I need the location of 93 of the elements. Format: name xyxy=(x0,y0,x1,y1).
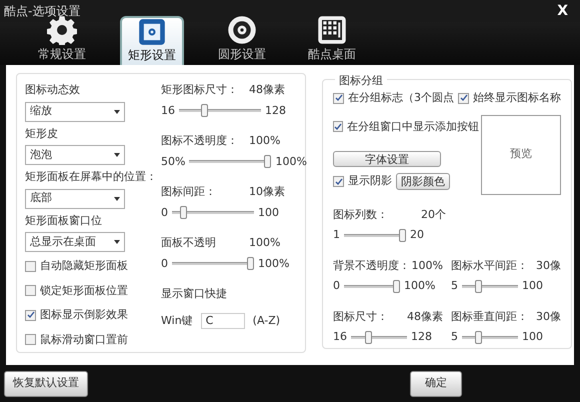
slider-min: 50% xyxy=(161,154,186,170)
checkbox[interactable] xyxy=(25,260,36,272)
slider-max: 128 xyxy=(411,329,432,345)
ok-button[interactable]: 确定 xyxy=(410,370,462,396)
slider-reading: 30像 xyxy=(536,258,561,274)
slider-max: 100% xyxy=(258,256,290,272)
slider-reading: 30像 xyxy=(536,308,561,324)
checkbox-label: 显示阴影 xyxy=(348,173,392,190)
dropdown[interactable]: 缩放 xyxy=(25,102,125,122)
caret-icon xyxy=(114,110,120,114)
slider-reading: 100% xyxy=(412,258,443,274)
window-title: 酷点-选项设置 xyxy=(4,3,80,20)
slider-min: 16 xyxy=(333,329,347,345)
slider-max: 100 xyxy=(522,278,543,294)
checkbox[interactable] xyxy=(458,92,469,104)
checkbox-label: 始终显示图标名称 xyxy=(473,90,561,106)
dropdown-label: 矩形皮 xyxy=(25,126,59,142)
slider-thumb[interactable] xyxy=(200,104,208,118)
slider-max: 100 xyxy=(522,329,543,345)
font-settings-button[interactable]: 字体设置 xyxy=(333,151,441,167)
checkbox[interactable] xyxy=(333,121,343,132)
slider-reading: 48像素 xyxy=(249,82,285,98)
dropdown[interactable]: 总显示在桌面 xyxy=(25,232,125,252)
slider-thumb[interactable] xyxy=(474,280,482,293)
dropdown[interactable]: 泡泡 xyxy=(25,145,125,165)
slider-thumb[interactable] xyxy=(399,228,406,242)
slider-max: 128 xyxy=(265,102,286,118)
slider-reading: 10像素 xyxy=(249,184,285,200)
slider-label: 面板不透明 xyxy=(161,235,217,251)
slider-reading: 100% xyxy=(249,133,280,149)
hotkey-label: Win键 xyxy=(161,312,193,328)
slider-thumb[interactable] xyxy=(393,280,400,293)
checkbox-label: 图标显示倒影效果 xyxy=(40,307,128,323)
slider-thumb[interactable] xyxy=(474,330,482,344)
slider-min: 5 xyxy=(451,329,458,345)
hotkey-title: 显示窗口快捷 xyxy=(161,286,228,302)
checkbox-label: 在分组窗口中显示添加按钮 xyxy=(347,118,479,134)
slider-label: 背景不透明度： xyxy=(333,258,411,274)
checkbox[interactable] xyxy=(333,176,344,187)
dropdown-label: 图标动态效 xyxy=(25,82,81,98)
slider-thumb[interactable] xyxy=(365,330,372,344)
checkbox-label: 鼠标滑动窗口置前 xyxy=(40,332,128,348)
checkbox-label: 自动隐藏矩形面板 xyxy=(40,258,128,274)
slider-label: 图标间距： xyxy=(161,184,217,200)
slider-label: 矩形图标尺寸： xyxy=(161,82,239,98)
checkbox[interactable] xyxy=(25,285,36,296)
slider-min: 0 xyxy=(333,278,340,294)
slider-label: 图标尺寸： xyxy=(333,308,389,324)
dropdown-label: 矩形面板窗口位 xyxy=(25,212,103,228)
slider-thumb[interactable] xyxy=(180,206,186,220)
check-icon xyxy=(334,94,342,102)
check-icon xyxy=(334,178,342,186)
slider-thumb[interactable] xyxy=(247,257,254,270)
slider-min: 1 xyxy=(333,227,340,243)
check-icon xyxy=(460,94,468,102)
caret-icon xyxy=(114,240,120,244)
slider-label: 图标列数： xyxy=(333,206,389,222)
check-icon xyxy=(26,311,34,320)
slider-max: 20 xyxy=(410,227,424,243)
dropdown[interactable]: 底部 xyxy=(25,188,125,208)
checkbox-label: 锁定矩形面板位置 xyxy=(40,282,128,298)
checkbox[interactable] xyxy=(333,92,344,104)
slider-label: 图标垂直间距： xyxy=(451,308,529,324)
slider-max: 100% xyxy=(275,154,307,170)
caret-icon xyxy=(114,153,120,157)
checkbox-label: 在分组标志（3个圆点 xyxy=(348,90,454,106)
slider-min: 0 xyxy=(161,256,168,272)
slider-reading: 48像素 xyxy=(407,308,443,324)
slider-reading: 20个 xyxy=(421,206,446,222)
tab[interactable]: 圆形设置 xyxy=(210,15,274,65)
close-button[interactable]: X xyxy=(549,0,576,22)
slider-min: 0 xyxy=(161,204,168,220)
slider-reading: 100% xyxy=(249,235,280,251)
checkbox[interactable] xyxy=(25,310,36,321)
slider-max: 100 xyxy=(258,204,279,220)
slider-label: 图标不透明度： xyxy=(161,133,239,149)
slider-min: 5 xyxy=(451,278,458,294)
reset-button[interactable]: 恢复默认设置 xyxy=(4,370,88,396)
checkbox[interactable] xyxy=(25,334,36,346)
slider-thumb[interactable] xyxy=(264,155,272,168)
hotkey-field[interactable]: C xyxy=(200,312,245,329)
caret-icon xyxy=(114,196,120,200)
gear-square-icon xyxy=(137,18,167,46)
check-icon xyxy=(334,122,342,131)
dropdown-label: 矩形面板在屏幕中的位置： xyxy=(25,169,153,185)
tab[interactable]: 矩形设置 xyxy=(120,16,184,66)
hotkey-hint: (A-Z) xyxy=(252,312,280,328)
preview-label: 预览 xyxy=(510,146,532,162)
tab[interactable]: 酷点桌面 xyxy=(300,15,364,65)
slider-min: 16 xyxy=(161,102,175,118)
slider-label: 图标水平间距： xyxy=(451,258,529,274)
shadow-color-button[interactable]: 阴影颜色 xyxy=(396,173,450,190)
slider-max: 100% xyxy=(404,278,436,294)
